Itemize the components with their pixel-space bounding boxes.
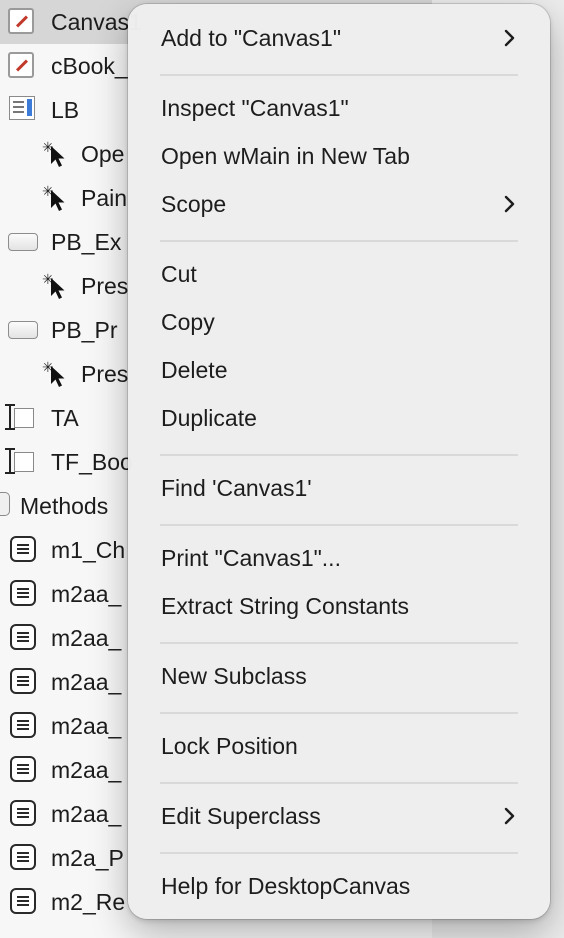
method-icon	[10, 536, 38, 564]
method-icon	[10, 624, 38, 652]
chevron-right-icon	[504, 807, 515, 825]
method-icon	[10, 888, 38, 916]
app-window: Canvas1 cBook_ LB ✳ Ope ✳ Pain PB_Ex ✳ P…	[0, 0, 564, 938]
nav-row-label: TF_Boo	[51, 449, 133, 475]
menu-item-label: Open wMain in New Tab	[161, 143, 410, 169]
menu-item-copy[interactable]: Copy	[128, 300, 550, 344]
menu-item-lock-position[interactable]: Lock Position	[128, 724, 550, 768]
menu-item-label: Edit Superclass	[161, 803, 321, 829]
menu-item-scope[interactable]: Scope	[128, 182, 550, 226]
nav-row-label: PB_Pr	[51, 317, 118, 343]
menu-item-add-to[interactable]: Add to "Canvas1"	[128, 16, 550, 60]
menu-item-delete[interactable]: Delete	[128, 348, 550, 392]
method-icon	[10, 712, 38, 740]
nav-row-label: m2aa_	[51, 713, 122, 739]
nav-row-label: Ope	[81, 141, 125, 167]
nav-row-label: m2a_P	[51, 845, 124, 871]
menu-separator	[160, 74, 518, 76]
menu-item-edit-superclass[interactable]: Edit Superclass	[128, 794, 550, 838]
event-handler-icon: ✳	[42, 184, 70, 212]
chevron-right-icon	[504, 195, 515, 213]
nav-row-label: m2aa_	[51, 669, 122, 695]
menu-item-label: New Subclass	[161, 663, 307, 689]
method-icon	[10, 800, 38, 828]
menu-item-label: Print "Canvas1"...	[161, 545, 341, 571]
pushbutton-icon	[8, 228, 38, 256]
textfield-icon	[5, 448, 34, 476]
menu-item-extract-strings[interactable]: Extract String Constants	[128, 584, 550, 628]
menu-item-label: Delete	[161, 357, 228, 383]
nav-row-label: m2aa_	[51, 625, 122, 651]
menu-item-cut[interactable]: Cut	[128, 252, 550, 296]
context-menu: Add to "Canvas1" Inspect "Canvas1" Open wM…	[128, 4, 550, 919]
nav-row-label: Pain	[81, 185, 128, 211]
nav-row-label: m2_Re	[51, 889, 126, 915]
menu-separator	[160, 852, 518, 854]
menu-item-label: Add to "Canvas1"	[161, 25, 341, 51]
nav-row-label: TA	[51, 405, 79, 431]
menu-item-label: Duplicate	[161, 405, 257, 431]
menu-item-label: Inspect "Canvas1"	[161, 95, 349, 121]
nav-row-label: Pres	[81, 273, 129, 299]
event-handler-icon: ✳	[42, 360, 70, 388]
event-handler-icon: ✳	[42, 272, 70, 300]
method-icon	[10, 668, 38, 696]
menu-item-label: Scope	[161, 191, 227, 217]
menu-item-label: Lock Position	[161, 733, 298, 759]
menu-separator	[160, 712, 518, 714]
menu-item-label: Find 'Canvas1'	[161, 475, 312, 501]
canvas-icon	[8, 8, 36, 36]
menu-separator	[160, 240, 518, 242]
menu-separator	[160, 782, 518, 784]
method-icon	[10, 580, 38, 608]
menu-separator	[160, 642, 518, 644]
method-icon	[10, 844, 38, 872]
nav-row-label: Methods	[20, 493, 109, 519]
nav-row-label: m1_Ch	[51, 537, 126, 563]
nav-row-label: Pres	[81, 361, 129, 387]
event-handler-icon: ✳	[42, 140, 70, 168]
canvas-icon	[8, 52, 36, 80]
menu-item-new-subclass[interactable]: New Subclass	[128, 654, 550, 698]
nav-row-label: PB_Ex	[51, 229, 122, 255]
nav-row-label: m2aa_	[51, 757, 122, 783]
nav-row-label: m2aa_	[51, 581, 122, 607]
menu-item-print[interactable]: Print "Canvas1"...	[128, 536, 550, 580]
menu-item-label: Extract String Constants	[161, 593, 409, 619]
menu-item-duplicate[interactable]: Duplicate	[128, 396, 550, 440]
menu-item-label: Help for DesktopCanvas	[161, 873, 411, 899]
menu-item-inspect[interactable]: Inspect "Canvas1"	[128, 86, 550, 130]
menu-item-find[interactable]: Find 'Canvas1'	[128, 466, 550, 510]
menu-item-open-new-tab[interactable]: Open wMain in New Tab	[128, 134, 550, 178]
menu-separator	[160, 524, 518, 526]
pushbutton-icon	[8, 316, 38, 344]
textarea-icon	[5, 404, 34, 432]
chevron-right-icon	[504, 29, 515, 47]
listbox-icon	[9, 96, 37, 124]
menu-item-label: Cut	[161, 261, 197, 287]
nav-row-label: m2aa_	[51, 801, 122, 827]
menu-separator	[160, 454, 518, 456]
menu-item-help[interactable]: Help for DesktopCanvas	[128, 864, 550, 908]
nav-row-label: LB	[51, 97, 80, 123]
nav-row-label: cBook_	[51, 53, 128, 79]
menu-item-label: Copy	[161, 309, 215, 335]
method-icon	[10, 756, 38, 784]
